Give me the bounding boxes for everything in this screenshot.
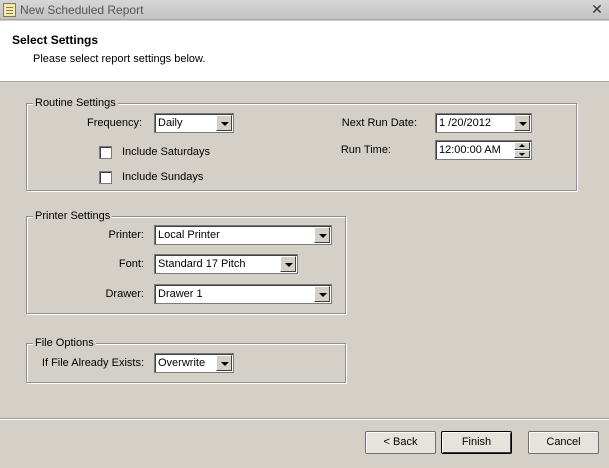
run-time-value: 12:00:00 AM bbox=[439, 144, 501, 156]
include-sundays-label: Include Sundays bbox=[122, 171, 204, 183]
font-label: Font: bbox=[118, 258, 144, 270]
back-button[interactable]: < Back bbox=[365, 431, 436, 454]
report-window-icon bbox=[3, 3, 16, 17]
printer-dropdown[interactable]: Local Printer bbox=[154, 225, 332, 245]
printer-settings-label: Printer Settings bbox=[33, 210, 113, 222]
new-scheduled-report-dialog: New Scheduled Report ✕ Select Settings P… bbox=[0, 0, 609, 468]
dropdown-arrow-icon[interactable] bbox=[514, 115, 530, 131]
footer-divider bbox=[0, 418, 609, 420]
cancel-button[interactable]: Cancel bbox=[528, 431, 599, 454]
title-bar: New Scheduled Report ✕ bbox=[0, 0, 609, 20]
printer-value: Local Printer bbox=[158, 229, 220, 241]
file-exists-value: Overwrite bbox=[158, 357, 206, 369]
drawer-label: Drawer: bbox=[105, 288, 144, 300]
dropdown-arrow-icon[interactable] bbox=[314, 227, 330, 243]
drawer-value: Drawer 1 bbox=[158, 288, 203, 300]
dropdown-arrow-icon[interactable] bbox=[216, 355, 232, 371]
spin-down-icon[interactable] bbox=[514, 150, 530, 158]
next-run-date-picker[interactable]: 1 /20/2012 bbox=[435, 113, 532, 133]
font-dropdown[interactable]: Standard 17 Pitch bbox=[154, 254, 298, 274]
frequency-dropdown[interactable]: Daily bbox=[154, 113, 234, 133]
dropdown-arrow-icon[interactable] bbox=[216, 115, 232, 131]
include-saturdays-checkbox[interactable] bbox=[99, 146, 112, 159]
frequency-value: Daily bbox=[158, 117, 183, 129]
spin-up-icon[interactable] bbox=[514, 142, 530, 150]
page-title: Select Settings bbox=[12, 33, 99, 47]
next-run-date-label: Next Run Date: bbox=[341, 117, 417, 129]
routine-settings-label: Routine Settings bbox=[33, 97, 118, 109]
dropdown-arrow-icon[interactable] bbox=[314, 286, 330, 302]
run-time-label: Run Time: bbox=[340, 144, 391, 156]
run-time-spinner[interactable]: 12:00:00 AM bbox=[435, 140, 532, 160]
file-options-label: File Options bbox=[33, 337, 96, 349]
drawer-dropdown[interactable]: Drawer 1 bbox=[154, 284, 332, 304]
close-icon[interactable]: ✕ bbox=[589, 2, 605, 17]
file-exists-dropdown[interactable]: Overwrite bbox=[154, 353, 234, 373]
font-value: Standard 17 Pitch bbox=[158, 258, 246, 270]
header-panel: Select Settings Please select report set… bbox=[0, 21, 609, 82]
include-sundays-checkbox[interactable] bbox=[99, 171, 112, 184]
file-exists-label: If File Already Exists: bbox=[41, 357, 144, 369]
next-run-date-value: 1 /20/2012 bbox=[439, 117, 491, 129]
dropdown-arrow-icon[interactable] bbox=[280, 256, 296, 272]
include-saturdays-label: Include Saturdays bbox=[122, 146, 211, 158]
window-title: New Scheduled Report bbox=[20, 3, 144, 17]
page-subtitle: Please select report settings below. bbox=[33, 53, 206, 65]
finish-button[interactable]: Finish bbox=[441, 431, 512, 454]
printer-label: Printer: bbox=[108, 229, 144, 241]
frequency-label: Frequency: bbox=[86, 117, 142, 129]
